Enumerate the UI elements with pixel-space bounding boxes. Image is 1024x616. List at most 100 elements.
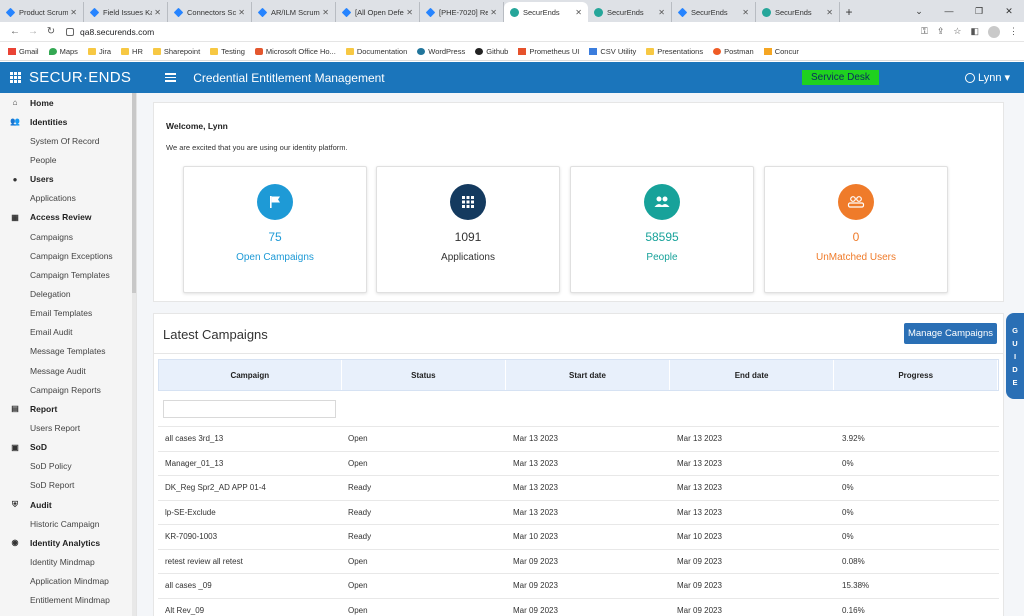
sidebar-item-system-of-record[interactable]: System Of Record — [0, 131, 136, 150]
star-icon[interactable]: ☆ — [953, 26, 961, 37]
table-row[interactable]: KR-7090-1003 Ready Mar 10 2023 Mar 10 2023 0… — [158, 525, 999, 550]
column-header-progress[interactable]: Progress — [834, 360, 998, 390]
sidebar-item-identity-mindmap[interactable]: Identity Mindmap — [0, 552, 136, 571]
browser-tab[interactable]: Connectors Sc ✕ — [168, 2, 252, 22]
table-row[interactable]: Alt Rev_09 Open Mar 09 2023 Mar 09 2023 0.16… — [158, 599, 999, 616]
stat-card-people[interactable]: 58595 People — [570, 166, 754, 293]
table-row[interactable]: all cases 3rd_13 Open Mar 13 2023 Mar 13 20… — [158, 427, 999, 452]
tab-close-icon[interactable]: ✕ — [154, 8, 161, 17]
stat-card-applications[interactable]: 1091 Applications — [376, 166, 560, 293]
sidebar-item-access-review[interactable]: ▦ Access Review — [0, 208, 136, 227]
sidebar-item-entitlement-mindmap[interactable]: Entitlement Mindmap — [0, 591, 136, 610]
sidepanel-icon[interactable]: ◧ — [970, 26, 979, 37]
bookmark-item[interactable]: Gmail — [8, 47, 39, 56]
sidebar-item-message-audit[interactable]: Message Audit — [0, 361, 136, 380]
sidebar-item-sod[interactable]: ▣ SoD — [0, 438, 136, 457]
tab-close-icon[interactable]: ✕ — [490, 8, 497, 17]
bookmark-item[interactable]: Testing — [210, 47, 245, 56]
column-header-campaign[interactable]: Campaign — [159, 360, 342, 390]
table-row[interactable]: all cases _09 Open Mar 09 2023 Mar 09 2023 1… — [158, 574, 999, 599]
guide-tab[interactable]: GUIDE — [1006, 313, 1024, 399]
sidebar-item-audit[interactable]: ⛨ Audit — [0, 495, 136, 514]
stat-card-open-campaigns[interactable]: 75 Open Campaigns — [183, 166, 367, 293]
restore-icon[interactable]: ❐ — [964, 6, 994, 17]
bookmark-item[interactable]: Presentations — [646, 47, 703, 56]
bookmark-item[interactable]: Microsoft Office Ho... — [254, 47, 336, 56]
sidebar-item-identities[interactable]: 👥 Identities — [0, 112, 136, 131]
bookmark-item[interactable]: Postman — [713, 47, 754, 56]
bookmark-item[interactable]: Prometheus UI — [518, 47, 579, 56]
browser-tab[interactable]: SecurEnds ✕ — [504, 2, 588, 22]
bookmark-item[interactable]: Concur — [763, 47, 799, 56]
menu-kebab-icon[interactable]: ⋮ — [1009, 26, 1018, 37]
sidebar-item-campaign-exceptions[interactable]: Campaign Exceptions — [0, 246, 136, 265]
tab-close-icon[interactable]: ✕ — [742, 8, 749, 17]
sidebar-item-identity-analytics[interactable]: ◉ Identity Analytics — [0, 533, 136, 552]
browser-tab[interactable]: Product Scrum ✕ — [0, 2, 84, 22]
browser-tab[interactable]: [All Open Defe ✕ — [336, 2, 420, 22]
key-icon[interactable]: ⚿ — [921, 26, 928, 37]
sidebar-item-users[interactable]: ● Users — [0, 170, 136, 189]
sidebar-item-report[interactable]: ▤ Report — [0, 399, 136, 418]
browser-tab[interactable]: SecurEnds ✕ — [588, 2, 672, 22]
table-row[interactable]: lp-SE-Exclude Ready Mar 13 2023 Mar 13 2023… — [158, 501, 999, 525]
sidebar-item-message-templates[interactable]: Message Templates — [0, 342, 136, 361]
reload-icon[interactable]: ↻ — [42, 26, 60, 37]
table-row[interactable]: DK_Reg Spr2_AD APP 01-4 Ready Mar 13 2023 M… — [158, 476, 999, 501]
bookmark-item[interactable]: HR — [121, 47, 143, 56]
bookmark-item[interactable]: WordPress — [417, 47, 465, 56]
app-launcher-icon[interactable] — [10, 72, 21, 83]
browser-tab[interactable]: Field Issues Ka ✕ — [84, 2, 168, 22]
bookmark-item[interactable]: CSV Utility — [589, 47, 636, 56]
sidebar-scrollbar[interactable] — [132, 93, 136, 616]
column-header-start-date[interactable]: Start date — [506, 360, 670, 390]
tab-close-icon[interactable]: ✕ — [70, 8, 77, 17]
table-row[interactable]: retest review all retest Open Mar 09 2023 M… — [158, 550, 999, 574]
tab-close-icon[interactable]: ✕ — [575, 8, 582, 17]
new-tab-button[interactable]: + — [840, 2, 858, 22]
sidebar-item-campaign-templates[interactable]: Campaign Templates — [0, 265, 136, 284]
hamburger-menu-icon[interactable] — [165, 73, 177, 82]
tab-close-icon[interactable]: ✕ — [826, 8, 833, 17]
campaign-filter-input[interactable] — [163, 400, 336, 418]
sidebar-item-users-report[interactable]: Users Report — [0, 418, 136, 437]
tab-close-icon[interactable]: ✕ — [322, 8, 329, 17]
browser-tab[interactable]: SecurEnds ✕ — [756, 2, 840, 22]
sidebar-item-delegation[interactable]: Delegation — [0, 284, 136, 303]
url-field[interactable]: qa8.securends.com — [66, 27, 921, 37]
sidebar-item-email-templates[interactable]: Email Templates — [0, 304, 136, 323]
bookmark-item[interactable]: Github — [475, 47, 508, 56]
sidebar-item-campaign-reports[interactable]: Campaign Reports — [0, 380, 136, 399]
service-desk-link[interactable]: Service Desk — [802, 70, 879, 85]
back-icon[interactable]: ← — [6, 26, 24, 37]
sidebar-item-application-mindmap[interactable]: Application Mindmap — [0, 572, 136, 591]
column-header-status[interactable]: Status — [342, 360, 507, 390]
bookmark-item[interactable]: Sharepoint — [152, 47, 200, 56]
sidebar-item-people[interactable]: People — [0, 150, 136, 169]
manage-campaigns-button[interactable]: Manage Campaigns — [903, 323, 997, 344]
sidebar-item-historic-campaign[interactable]: Historic Campaign — [0, 514, 136, 533]
bookmark-item[interactable]: Maps — [48, 47, 78, 56]
sidebar-item-email-audit[interactable]: Email Audit — [0, 323, 136, 342]
browser-tab[interactable]: [PHE-7020] Re ✕ — [420, 2, 504, 22]
column-header-end-date[interactable]: End date — [670, 360, 835, 390]
forward-icon[interactable]: → — [24, 26, 42, 37]
sidebar-scrollbar-thumb[interactable] — [132, 93, 136, 293]
sidebar-item-sod-policy[interactable]: SoD Policy — [0, 457, 136, 476]
tab-search-icon[interactable]: ⌄ — [904, 6, 934, 17]
tab-close-icon[interactable]: ✕ — [406, 8, 413, 17]
close-window-icon[interactable]: ✕ — [994, 6, 1024, 17]
bookmark-item[interactable]: Jira — [87, 47, 111, 56]
minimize-icon[interactable]: — — [934, 6, 964, 16]
sidebar-item-sod-report[interactable]: SoD Report — [0, 476, 136, 495]
tab-close-icon[interactable]: ✕ — [658, 8, 665, 17]
browser-tab[interactable]: SecurEnds ✕ — [672, 2, 756, 22]
share-icon[interactable]: ⇪ — [937, 26, 945, 37]
profile-avatar[interactable] — [988, 25, 1000, 38]
sidebar-item-applications[interactable]: Applications — [0, 189, 136, 208]
sidebar-item-home[interactable]: ⌂ Home — [0, 93, 136, 112]
user-menu[interactable]: Lynn ▾ — [965, 71, 1010, 84]
sidebar-item-campaigns[interactable]: Campaigns — [0, 227, 136, 246]
tab-close-icon[interactable]: ✕ — [238, 8, 245, 17]
table-row[interactable]: Manager_01_13 Open Mar 13 2023 Mar 13 2023 0… — [158, 452, 999, 476]
